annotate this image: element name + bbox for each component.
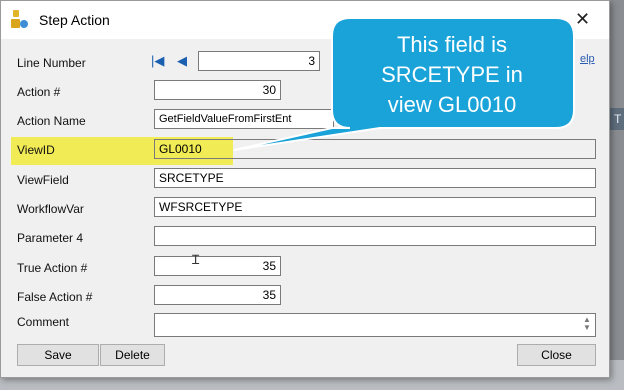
callout-line-3: view GL0010: [387, 92, 517, 117]
comment-label: Comment: [17, 315, 70, 329]
comment-scrollbar[interactable]: ▲ ▼: [580, 316, 594, 334]
action-number-field[interactable]: 30: [154, 80, 281, 100]
comment-field[interactable]: [154, 313, 596, 337]
help-link[interactable]: elp: [580, 53, 595, 65]
parameter4-label: Parameter 4: [17, 231, 84, 245]
viewid-field[interactable]: GL0010: [154, 139, 596, 159]
viewfield-field[interactable]: SRCETYPE: [154, 168, 596, 188]
action-number-label: Action #: [17, 85, 61, 99]
delete-button[interactable]: Delete: [100, 344, 165, 366]
first-record-icon[interactable]: |◀: [151, 53, 164, 69]
action-name-label: Action Name: [17, 114, 86, 128]
viewid-label: ViewID: [17, 143, 55, 157]
window-title: Step Action: [39, 12, 110, 28]
line-number-field[interactable]: 3: [198, 51, 320, 71]
line-number-label: Line Number: [17, 56, 86, 70]
viewfield-label: ViewField: [17, 173, 69, 187]
action-name-field[interactable]: GetFieldValueFromFirstEnt: [154, 109, 334, 129]
true-action-field[interactable]: 35: [154, 256, 281, 276]
close-button[interactable]: Close: [517, 344, 596, 366]
app-icon: [11, 10, 29, 28]
text-cursor-icon: Ɪ: [192, 252, 200, 267]
true-action-label: True Action #: [17, 261, 88, 275]
false-action-field[interactable]: 35: [154, 285, 281, 305]
previous-record-icon[interactable]: ◀: [177, 53, 187, 69]
workflowvar-field[interactable]: WFSRCETYPE: [154, 197, 596, 217]
close-icon[interactable]: ✕: [575, 9, 590, 30]
background-header-text: T: [614, 112, 622, 126]
scroll-down-icon[interactable]: ▼: [580, 324, 594, 332]
workflowvar-label: WorkflowVar: [17, 202, 84, 216]
parameter4-field[interactable]: [154, 226, 596, 246]
callout-text: This field is SRCETYPE in view GL0010: [340, 30, 564, 120]
save-button[interactable]: Save: [17, 344, 99, 366]
false-action-label: False Action #: [17, 290, 93, 304]
callout-line-2: SRCETYPE in: [381, 62, 523, 87]
callout-line-1: This field is: [396, 32, 508, 57]
